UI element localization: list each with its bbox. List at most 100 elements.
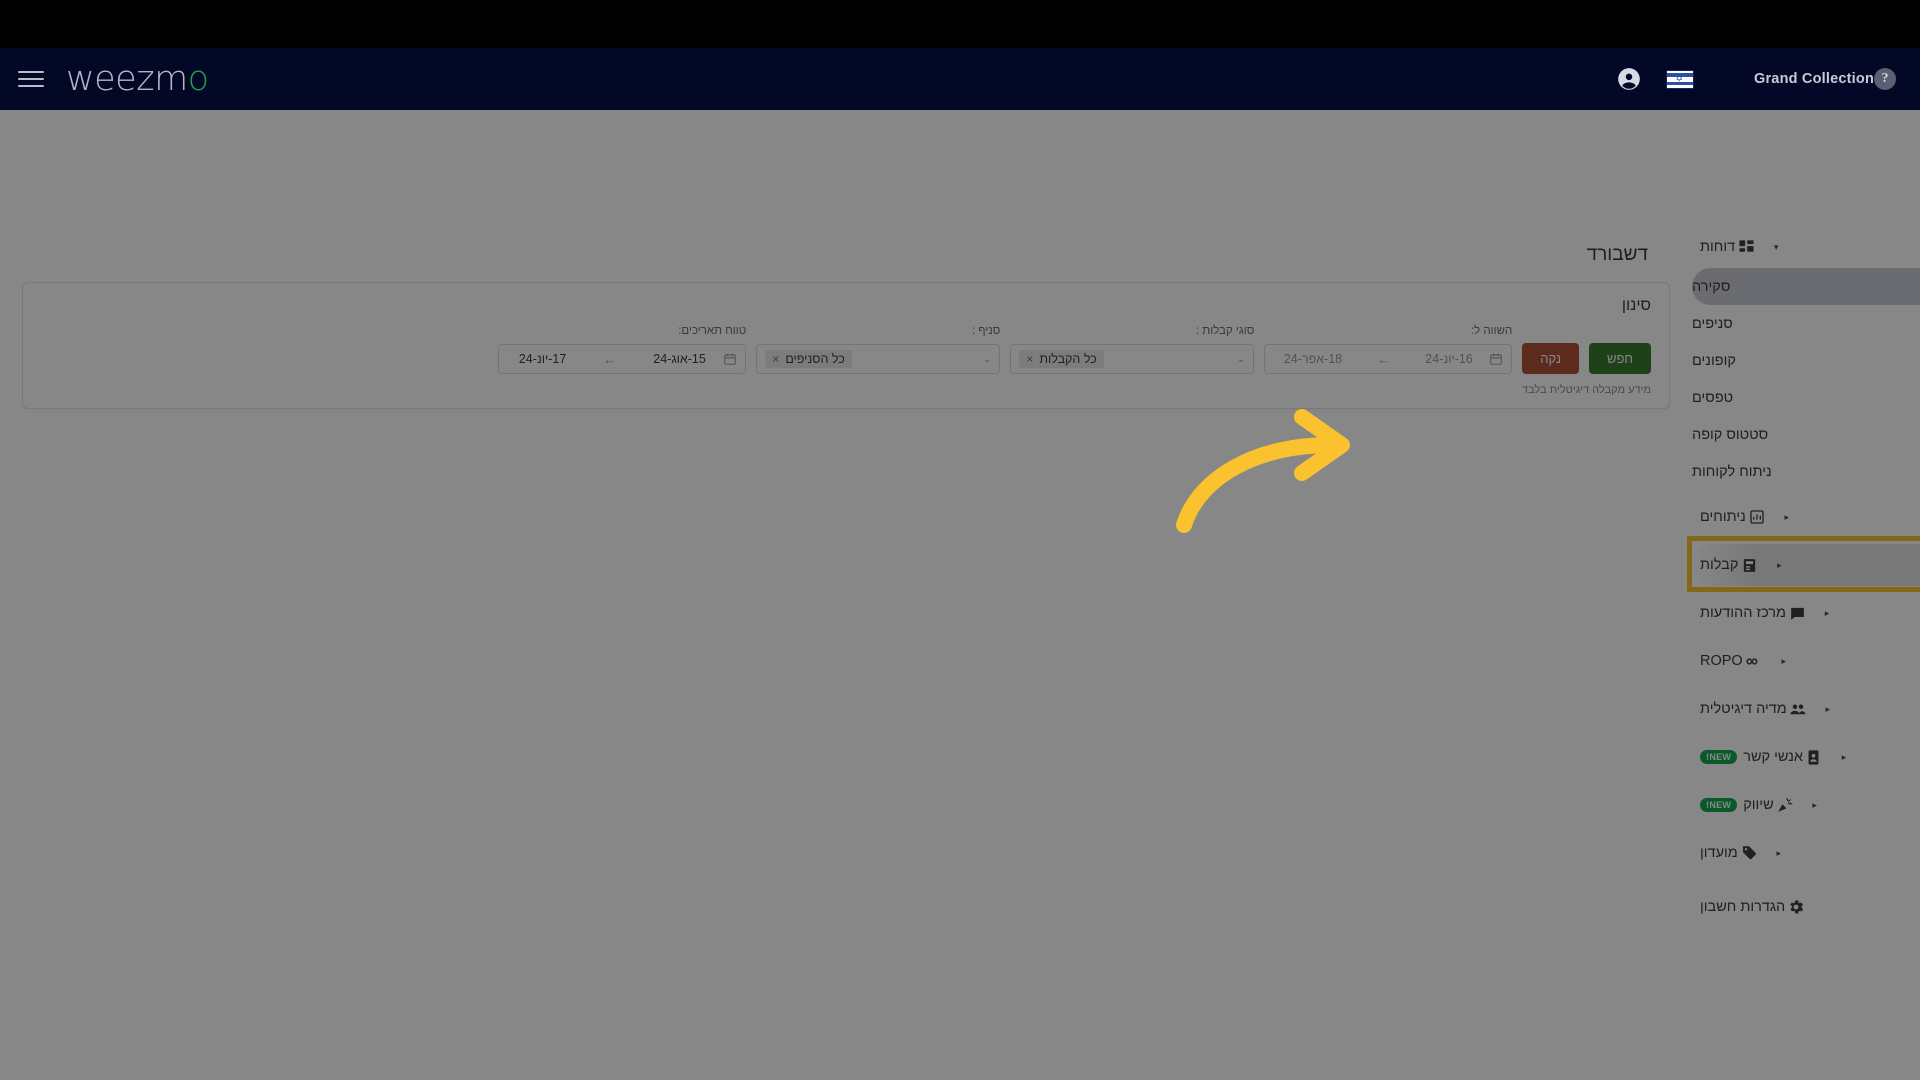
- compare-to-separator: ←: [1377, 351, 1391, 367]
- sidebar-item-account-settings-label: הגדרות חשבון: [1700, 899, 1786, 915]
- receipt-types-chip[interactable]: כל הקבלות ×: [1019, 350, 1104, 368]
- compare-to-start-date: 18-אפר-24: [1283, 352, 1343, 366]
- sidebar-group-digital-media-label: מדיה דיגיטלית: [1700, 701, 1787, 717]
- sidebar-group-message-center-label: מרכז ההודעות: [1700, 605, 1787, 621]
- chevron-down-icon: ⌄: [1236, 353, 1246, 365]
- sidebar-group-receipts[interactable]: ▸ קבלות: [1692, 544, 1920, 586]
- people-icon: [1787, 700, 1809, 718]
- sidebar-group-receipts-label: קבלות: [1700, 557, 1739, 573]
- sidebar-item-pos-status[interactable]: סטטוס קופה: [1692, 416, 1920, 453]
- main-content: דשבורד סינון חפש נקה השווה ל: 16-יונ-24 …: [0, 220, 1692, 1080]
- sidebar-item-customer-analysis-label: ניתוח לקוחות: [1692, 463, 1772, 480]
- israel-flag-icon[interactable]: ✡: [1665, 69, 1694, 89]
- filter-row: חפש נקה השווה ל: 16-יונ-24 ← 18-אפר-24 ס…: [41, 325, 1651, 374]
- chevron-right-icon: ▸: [1812, 799, 1817, 810]
- date-range-dates: 15-אוג-24 ← 17-יונ-24: [507, 352, 717, 367]
- tag-icon: [1738, 844, 1760, 862]
- compare-to-end-date: 16-יונ-24: [1425, 352, 1473, 366]
- branch-field: סניף : ⌄ כל הסניפים ×: [756, 325, 1001, 374]
- sidebar-group-analytics-label: ניתוחים: [1700, 509, 1746, 525]
- sidebar-group-ropo-label: ROPO: [1700, 653, 1743, 669]
- chevron-right-icon: ▸: [1841, 751, 1847, 762]
- search-button[interactable]: חפש: [1589, 343, 1651, 374]
- chevron-right-icon: ▸: [1784, 511, 1790, 522]
- date-range-separator: ←: [603, 351, 617, 367]
- sidebar-item-coupons[interactable]: קופונים: [1692, 342, 1920, 379]
- chevron-down-icon: ⌄: [982, 353, 992, 365]
- gear-icon: [1785, 898, 1807, 916]
- app-root: ✡ Grand Collection ? weezm o דשבורד סינון…: [0, 0, 1920, 1080]
- sidebar-item-overview[interactable]: סקירה: [1692, 268, 1920, 305]
- topbar-left-group: ✡ Grand Collection ?: [1596, 66, 1896, 92]
- sidebar-group-receipts-wrapper: ▸ קבלות: [1687, 536, 1920, 592]
- branch-select[interactable]: ⌄ כל הסניפים ×: [756, 344, 1001, 374]
- date-range-start-date: 17-יונ-24: [518, 352, 567, 366]
- weezmo-logo: weezm o: [66, 59, 209, 99]
- sidebar-group-message-center[interactable]: ▸ מרכז ההודעות: [1692, 592, 1920, 634]
- window-top-frame: [0, 0, 1920, 48]
- branch-label: סניף :: [971, 325, 1001, 337]
- receipt-types-select[interactable]: ⌄ כל הקבלות ×: [1010, 344, 1255, 374]
- compare-to-field: השווה ל: 16-יונ-24 ← 18-אפר-24: [1264, 325, 1513, 374]
- sidebar-group-marketing[interactable]: ▸ שיווק NEW!: [1692, 784, 1920, 826]
- sidebar-group-reports-label: דוחות: [1700, 239, 1736, 255]
- compare-to-label: השווה ל:: [1470, 325, 1513, 337]
- calendar-icon: [1489, 352, 1503, 366]
- chevron-right-icon: ▸: [1777, 559, 1782, 570]
- right-sidebar: ▾ דוחות סקירה סניפים קופונים טפסים סטטוס…: [1687, 220, 1920, 1080]
- filter-card-title: סינון: [1621, 297, 1651, 314]
- logo-accent-o: o: [187, 59, 209, 99]
- sidebar-item-branches-label: סניפים: [1692, 315, 1733, 332]
- sidebar-group-ropo[interactable]: ▸ ROPO: [1692, 640, 1920, 682]
- chevron-right-icon: ▸: [1824, 607, 1830, 618]
- dashboard-grid-icon: [1735, 239, 1757, 256]
- message-icon: [1786, 605, 1808, 622]
- sidebar-group-digital-media[interactable]: ▸ מדיה דיגיטלית: [1692, 688, 1920, 730]
- receipt-types-field: סוגי קבלות : ⌄ כל הקבלות ×: [1010, 325, 1255, 374]
- sidebar-item-pos-status-label: סטטוס קופה: [1692, 426, 1769, 443]
- receipt-types-label: סוגי קבלות :: [1195, 325, 1255, 337]
- logo-text: weezm: [66, 59, 188, 99]
- receipt-types-chip-label: כל הקבלות: [1039, 352, 1097, 366]
- branch-chip[interactable]: כל הסניפים ×: [765, 350, 852, 368]
- star-of-david-glyph: ✡: [1675, 73, 1684, 84]
- date-range-field: טווח תאריכים: 15-אוג-24 ← 17-יונ-24: [498, 325, 747, 374]
- sidebar-group-marketing-label: שיווק: [1743, 797, 1774, 813]
- account-circle-icon[interactable]: [1616, 66, 1642, 92]
- sidebar-group-reports[interactable]: ▾ דוחות: [1692, 226, 1920, 268]
- sidebar-item-customer-analysis[interactable]: ניתוח לקוחות: [1692, 453, 1920, 490]
- sidebar-item-account-settings[interactable]: הגדרות חשבון: [1692, 886, 1920, 928]
- infinity-icon: [1743, 652, 1765, 671]
- date-range-end-date: 15-אוג-24: [653, 352, 706, 366]
- bar-chart-icon: [1746, 509, 1768, 525]
- date-range-label: טווח תאריכים:: [678, 325, 747, 337]
- page-title: דשבורד: [1586, 244, 1648, 265]
- sidebar-group-club[interactable]: ▸ מועדון: [1692, 832, 1920, 874]
- compare-to-dates: 16-יונ-24 ← 18-אפר-24: [1273, 352, 1483, 367]
- new-badge: NEW!: [1700, 797, 1738, 813]
- filter-card: סינון חפש נקה השווה ל: 16-יונ-24 ← 18-אפ…: [22, 282, 1670, 409]
- sidebar-item-branches[interactable]: סניפים: [1692, 305, 1920, 342]
- topbar-right-group: weezm o: [18, 59, 209, 99]
- top-navigation-bar: ✡ Grand Collection ? weezm o: [0, 48, 1920, 110]
- brand-name: Grand Collection: [1753, 71, 1874, 87]
- contacts-icon: [1803, 749, 1825, 766]
- receipt-icon: [1738, 557, 1760, 574]
- clear-button[interactable]: נקה: [1522, 343, 1580, 374]
- sidebar-item-forms-label: טפסים: [1692, 389, 1734, 406]
- chevron-right-icon: ▸: [1825, 703, 1831, 714]
- filter-card-note: מידע מקבלה דיגיטלית בלבד: [1521, 384, 1651, 396]
- chip-remove-icon[interactable]: ×: [1026, 352, 1033, 366]
- sidebar-group-club-label: מועדון: [1700, 845, 1738, 861]
- compare-to-daterange-input[interactable]: 16-יונ-24 ← 18-אפר-24: [1264, 344, 1513, 374]
- chevron-right-icon: ▸: [1776, 847, 1782, 858]
- help-icon[interactable]: ?: [1874, 68, 1896, 90]
- sidebar-group-contacts[interactable]: ▸ אנשי קשר NEW!: [1692, 736, 1920, 778]
- hamburger-menu-icon[interactable]: [18, 71, 44, 87]
- date-range-input[interactable]: 15-אוג-24 ← 17-יונ-24: [498, 344, 747, 374]
- sidebar-group-analytics[interactable]: ▸ ניתוחים: [1692, 496, 1920, 538]
- sidebar-item-forms[interactable]: טפסים: [1692, 379, 1920, 416]
- chevron-down-icon: ▾: [1773, 241, 1779, 252]
- chip-remove-icon[interactable]: ×: [772, 352, 779, 366]
- sidebar-item-coupons-label: קופונים: [1692, 352, 1736, 369]
